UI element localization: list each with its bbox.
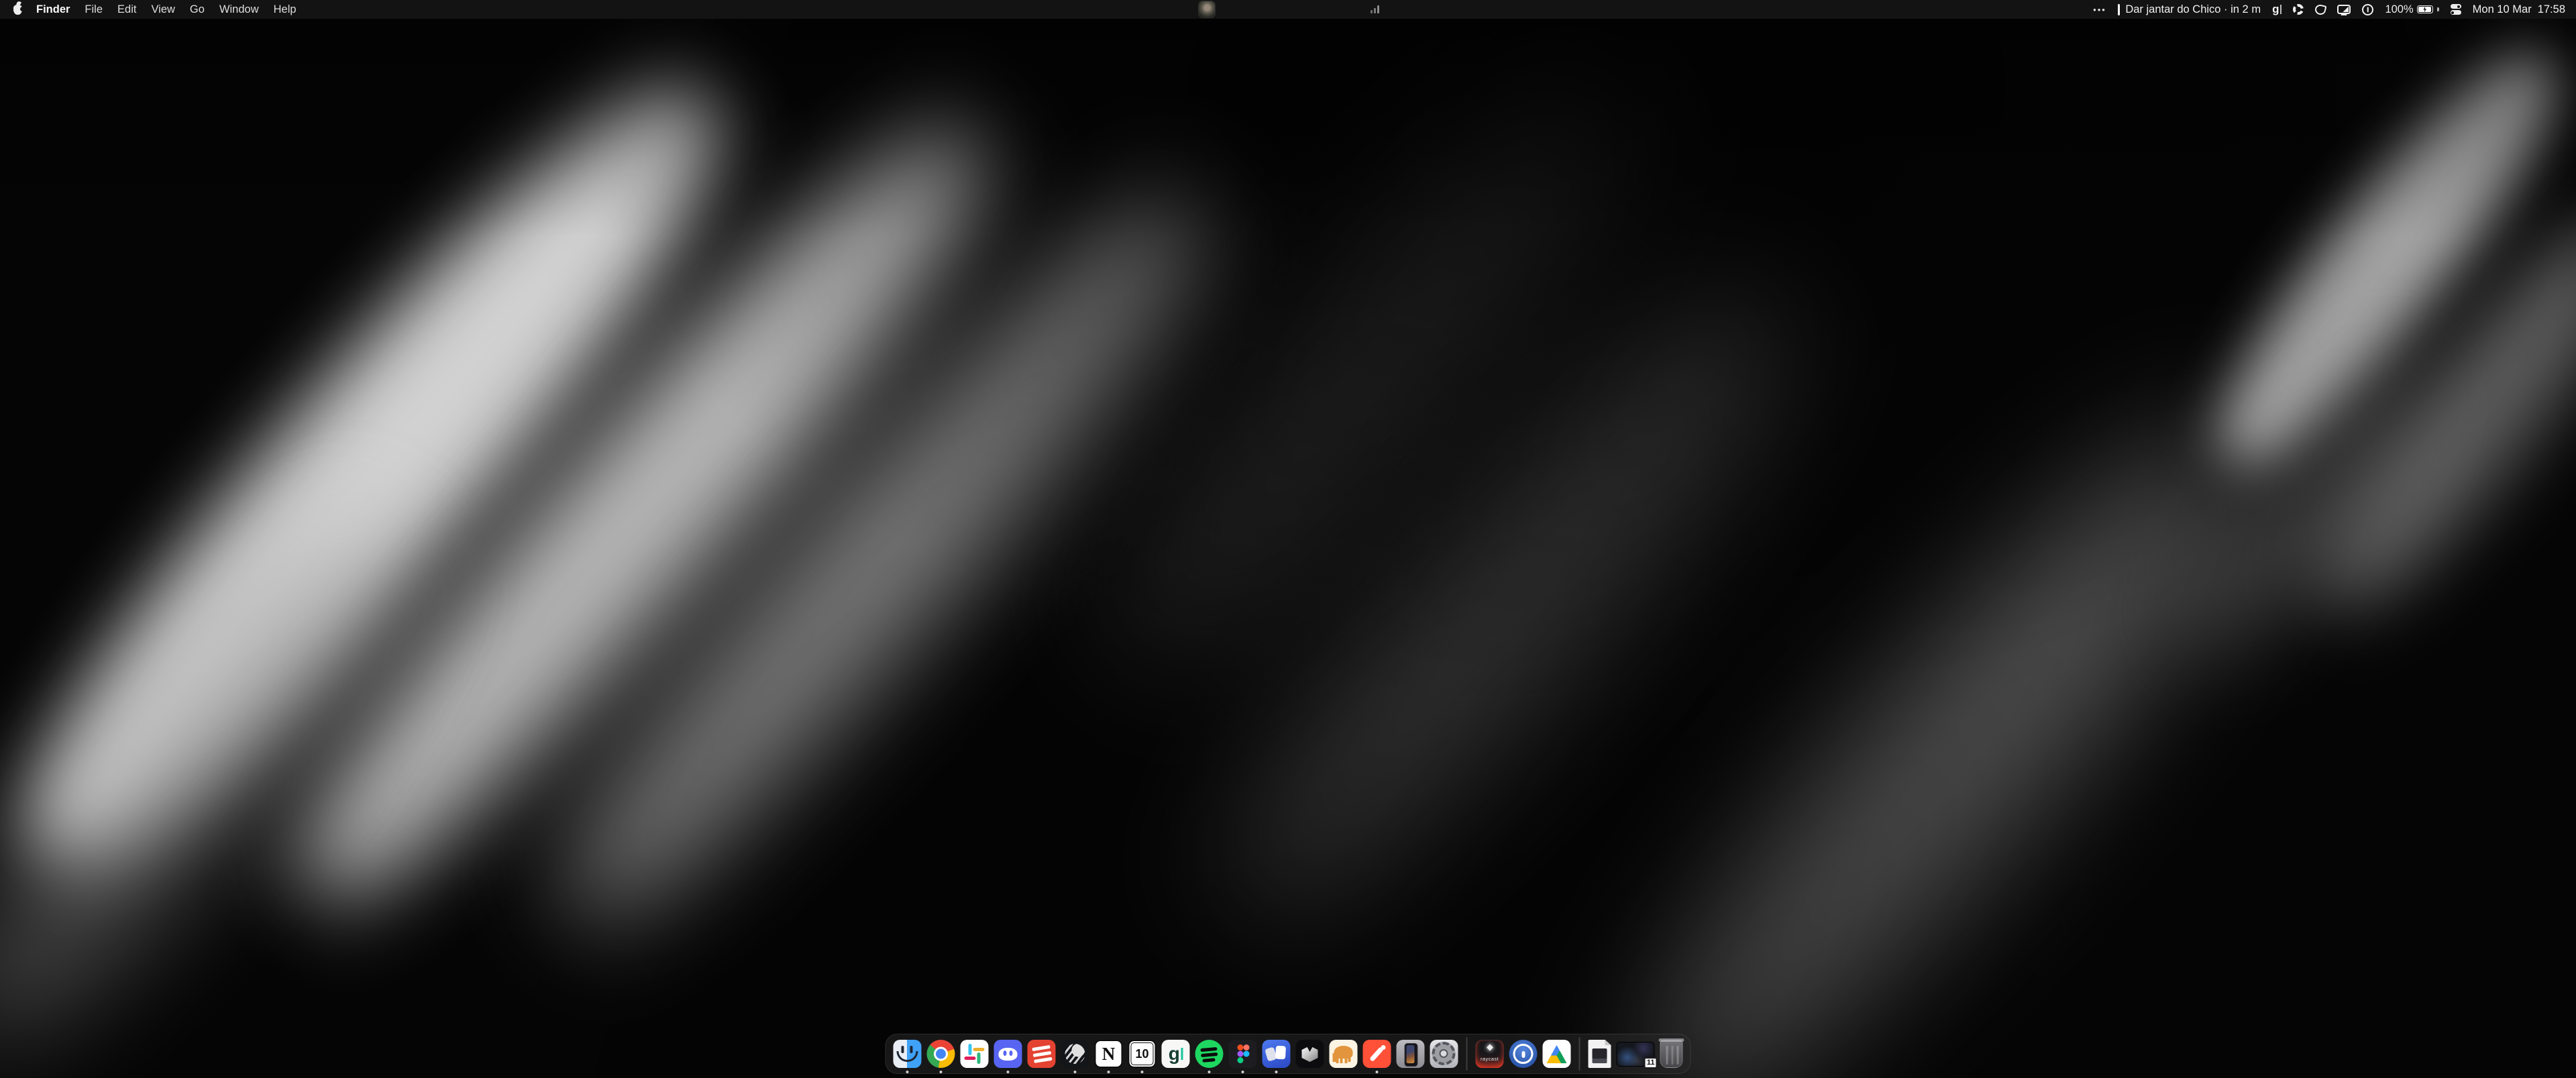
superhuman-icon [1363,1040,1391,1068]
slack-icon [961,1040,989,1068]
dock-item-notion[interactable]: N [1095,1040,1123,1068]
battery-nub [2437,7,2439,11]
date-text: Mon 10 Mar [2473,3,2532,16]
dock-item-discord[interactable] [994,1040,1022,1068]
raycast-glyph: raycast [1476,1040,1504,1068]
gdrive-icon [1543,1040,1571,1068]
dock-item-doc-file[interactable] [1589,1040,1611,1068]
running-indicator [1141,1071,1144,1073]
dock-item-window-manager[interactable] [1263,1040,1291,1068]
dock-item-slack[interactable] [961,1040,989,1068]
menu-finder[interactable]: Finder [29,3,77,16]
dock-item-screenshot[interactable]: 11 [1617,1042,1655,1067]
display-icon[interactable] [2337,5,2351,14]
notion-icon: N [1095,1040,1123,1068]
dock-item-raycast[interactable]: raycast [1476,1040,1504,1068]
screenshot-badge: 11 [1644,1057,1658,1069]
menu-bar-status-items: ••• Dar jantar do Chico · in 2 m g 100% … [2093,3,2565,16]
battery-icon [2417,5,2433,14]
dock-item-notion-calendar[interactable]: 10 [1128,1040,1157,1068]
calendar-event-text: Dar jantar do Chico · in 2 m [2125,3,2261,16]
dock-item-superhuman[interactable] [1363,1040,1391,1068]
gear-burst-icon[interactable] [2293,4,2304,15]
dock-item-spotify[interactable] [1195,1040,1224,1068]
menu-go[interactable]: Go [182,3,212,16]
event-color-bar [2118,4,2121,15]
user-avatar[interactable] [1198,1,1216,18]
trash-icon [1660,1040,1683,1068]
figma-icon [1229,1040,1257,1068]
dock-item-grammarly[interactable]: g [1162,1040,1190,1068]
running-indicator [1242,1071,1244,1073]
menu-bar: FinderFileEditViewGoWindowHelp ••• Dar j… [0,0,2576,19]
linear-icon [1061,1040,1089,1068]
dock-item-todoist[interactable] [1028,1040,1056,1068]
desktop: FinderFileEditViewGoWindowHelp ••• Dar j… [0,0,2576,1078]
screenshot-icon: 11 [1617,1042,1655,1067]
dock-separator [1466,1037,1468,1071]
notion-calendar-glyph: 10 [1130,1041,1155,1067]
cube3d-icon [1296,1040,1324,1068]
dock-item-chrome[interactable] [927,1040,955,1068]
settings-icon [1430,1040,1458,1068]
menu-items: FinderFileEditViewGoWindowHelp [29,3,304,16]
calendar-event-item[interactable]: Dar jantar do Chico · in 2 m [2118,3,2261,16]
notion-glyph: N [1096,1041,1122,1067]
wallpaper [0,0,2576,1078]
spotify-icon [1195,1040,1224,1068]
discord-icon [994,1040,1022,1068]
menu-window[interactable]: Window [212,3,266,16]
menu-view[interactable]: View [144,3,182,16]
running-indicator [1108,1071,1110,1073]
running-indicator [1007,1071,1010,1073]
grammarly-glyph: g [1162,1040,1190,1068]
dock-item-gdrive[interactable] [1543,1040,1571,1068]
finder-icon [894,1040,922,1068]
grammarly-icon: g [1162,1040,1190,1068]
running-indicator [906,1071,909,1073]
signal-bars-icon[interactable] [1371,5,1373,13]
menu-file[interactable]: File [77,3,110,16]
dock-item-linear[interactable] [1061,1040,1089,1068]
pick-shape-icon[interactable] [2314,3,2327,15]
running-indicator [1208,1071,1211,1073]
dock-item-figma[interactable] [1229,1040,1257,1068]
menu-edit[interactable]: Edit [110,3,144,16]
time-text: 17:58 [2538,3,2565,16]
notion-calendar-icon: 10 [1128,1040,1157,1068]
running-indicator [1074,1071,1077,1073]
dock-item-finder[interactable] [894,1040,922,1068]
onepassword-menu-icon[interactable] [2362,4,2373,15]
window-manager-icon [1263,1040,1291,1068]
menu-bar-clock[interactable]: Mon 10 Mar 17:58 [2473,3,2565,16]
wallpaper-vignette [0,0,2576,1078]
dock-separator [1579,1037,1580,1071]
chrome-icon [927,1040,955,1068]
grammarly-menu-icon[interactable]: g [2272,3,2282,16]
iphone-mirroring-icon [1397,1040,1425,1068]
dock-item-1password[interactable] [1509,1040,1538,1068]
1password-icon [1509,1040,1538,1068]
running-indicator [1376,1071,1379,1073]
dock: N 10 g raycast 11 [885,1034,1691,1074]
dock-item-trash[interactable] [1660,1040,1683,1068]
running-indicator [1275,1071,1278,1073]
control-center-icon[interactable] [2451,4,2461,15]
battery-percent: 100% [2385,3,2413,16]
menu-bar-overflow-icon[interactable]: ••• [2093,5,2106,15]
menu-help[interactable]: Help [266,3,304,16]
dock-item-settings[interactable] [1430,1040,1458,1068]
todoist-icon [1028,1040,1056,1068]
running-indicator [940,1071,943,1073]
apple-menu-icon[interactable] [13,5,22,15]
dock-item-mammoth[interactable] [1330,1040,1358,1068]
dock-item-cube3d[interactable] [1296,1040,1324,1068]
battery-status[interactable]: 100% [2385,3,2438,16]
mammoth-icon [1330,1040,1358,1068]
raycast-icon: raycast [1476,1040,1504,1068]
dock-item-iphone-mirroring[interactable] [1397,1040,1425,1068]
doc-file-icon [1589,1040,1611,1068]
